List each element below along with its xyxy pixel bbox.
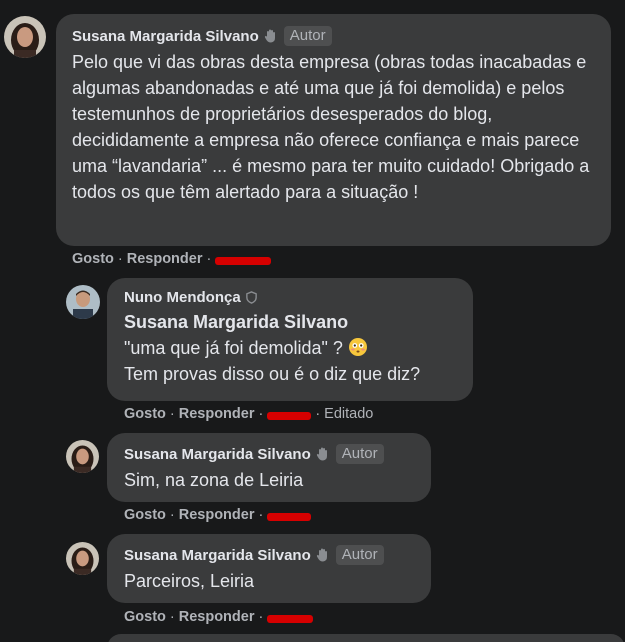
redacted-timestamp: [267, 512, 312, 521]
like-button[interactable]: Gosto: [124, 406, 166, 422]
comment-author-name[interactable]: Nuno Mendonça: [124, 289, 241, 306]
separator: ·: [315, 406, 321, 422]
separator: ·: [169, 406, 175, 422]
comment-bubble: Susana Margarida Silvano Autor Sim, na z…: [107, 433, 431, 502]
comment-author-name[interactable]: Susana Margarida Silvano: [124, 446, 311, 463]
comment-bubble: Nuno Mendonça Susana Margarida Silvano "…: [107, 278, 473, 401]
author-badge: Autor: [335, 444, 384, 464]
comment-author-name[interactable]: Susana Margarida Silvano: [124, 547, 311, 564]
next-comment-bubble: [107, 634, 625, 642]
waving-hand-icon: [314, 445, 332, 463]
comment-line: "uma que já foi demolida" ?: [124, 338, 343, 358]
comment-actions: Gosto · Responder ·: [124, 507, 312, 523]
mention-link[interactable]: Susana Margarida Silvano: [124, 310, 459, 334]
redacted-timestamp: [267, 614, 314, 623]
comment-text: "uma que já foi demolida" ? Tem provas d…: [124, 335, 459, 387]
avatar-susana[interactable]: [66, 440, 99, 473]
separator: ·: [169, 507, 175, 523]
waving-hand-icon: [314, 546, 332, 564]
like-button[interactable]: Gosto: [124, 507, 166, 523]
redacted-timestamp: [267, 411, 312, 420]
reply-button[interactable]: Responder: [179, 609, 255, 625]
avatar-susana[interactable]: [4, 16, 46, 58]
comment-text: Parceiros, Leiria: [124, 571, 255, 591]
comment-text: Pelo que vi das obras desta empresa (obr…: [72, 52, 590, 202]
separator: ·: [206, 251, 212, 267]
comment-actions: Gosto · Responder ·: [124, 609, 314, 625]
like-button[interactable]: Gosto: [124, 609, 166, 625]
comment-bubble: Susana Margarida Silvano Autor Pelo que …: [56, 14, 611, 246]
edited-label[interactable]: Editado: [324, 406, 373, 422]
separator: ·: [258, 406, 264, 422]
redacted-timestamp: [215, 256, 272, 265]
separator: ·: [169, 609, 175, 625]
comment-actions: Gosto · Responder ·: [72, 251, 272, 267]
waving-hand-icon: [262, 27, 280, 45]
comment-bubble: Susana Margarida Silvano Autor Parceiros…: [107, 534, 431, 603]
reply-button[interactable]: Responder: [127, 251, 203, 267]
reply-button[interactable]: Responder: [179, 406, 255, 422]
avatar-susana[interactable]: [66, 542, 99, 575]
comment-author-name[interactable]: Susana Margarida Silvano: [72, 28, 259, 45]
author-badge: Autor: [283, 26, 332, 46]
comment-line: Tem provas disso ou é o diz que diz?: [124, 364, 421, 384]
reply-button[interactable]: Responder: [179, 507, 255, 523]
author-badge: Autor: [335, 545, 384, 565]
shield-icon: [245, 291, 259, 305]
flushed-face-emoji: [348, 337, 368, 357]
comment-thread: Susana Margarida Silvano Autor Pelo que …: [0, 0, 625, 642]
like-button[interactable]: Gosto: [72, 251, 114, 267]
separator: ·: [258, 507, 264, 523]
separator: ·: [117, 251, 123, 267]
separator: ·: [258, 609, 264, 625]
avatar-nuno[interactable]: [66, 285, 100, 319]
comment-actions: Gosto · Responder · · Editado: [124, 406, 373, 422]
comment-text: Sim, na zona de Leiria: [124, 470, 304, 490]
